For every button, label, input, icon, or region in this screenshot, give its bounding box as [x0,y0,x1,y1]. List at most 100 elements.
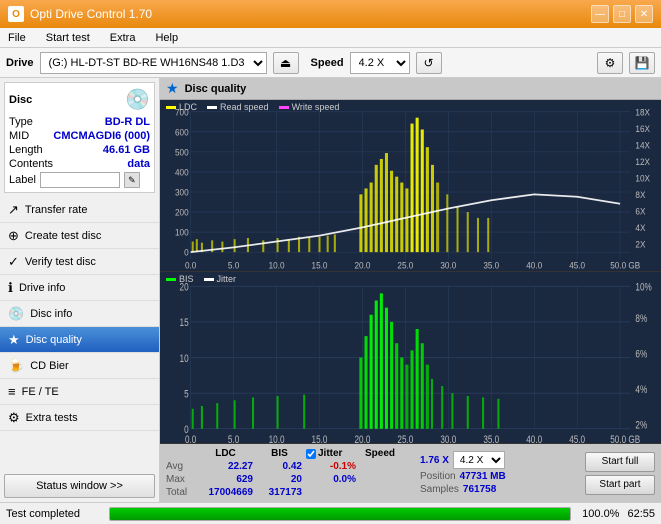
bis-legend-bis-label: BIS [179,274,194,284]
settings-button[interactable]: ⚙ [597,52,623,74]
content-title: Disc quality [185,83,247,95]
maximize-button[interactable]: □ [613,5,631,23]
bis-legend-bis: BIS [166,274,194,284]
start-full-button[interactable]: Start full [585,452,655,472]
svg-text:5.0: 5.0 [228,434,240,443]
svg-text:20.0: 20.0 [354,260,370,271]
nav-transfer-rate[interactable]: ↗ Transfer rate [0,197,159,223]
disc-info-box: Disc 💿 Type BD-R DL MID CMCMAGDI6 (000) … [4,82,155,193]
progress-percent: 100.0% [579,508,619,520]
svg-text:25.0: 25.0 [397,260,413,271]
menu-help[interactable]: Help [151,30,182,46]
nav-verify-test-disc-label: Verify test disc [25,256,96,268]
stats-header-row: LDC BIS Jitter Speed [166,448,400,459]
save-button[interactable]: 💾 [629,52,655,74]
nav-disc-quality[interactable]: ★ Disc quality [0,327,159,353]
stats-avg-bis: 0.42 [257,461,302,472]
charts-area: LDC Read speed Write speed [160,100,661,444]
titlebar-controls[interactable]: — □ ✕ [591,5,653,23]
disc-label-input[interactable] [40,172,120,188]
nav-disc-info-label: Disc info [30,308,72,320]
disc-quality-icon: ★ [8,332,20,348]
progress-bar [109,507,571,521]
ldc-legend: LDC Read speed Write speed [166,102,339,112]
bis-chart-svg: 20 15 10 5 0 10% 8% 6% 4% 2% 0.0 5.0 10.… [160,272,661,443]
nav-disc-info[interactable]: 💿 Disc info [0,301,159,327]
nav-drive-info[interactable]: ℹ Drive info [0,275,159,301]
svg-text:18X: 18X [635,107,650,118]
ldc-color-dot [166,106,176,109]
nav-cd-bier[interactable]: 🍺 CD Bier [0,353,159,379]
sidebar: Disc 💿 Type BD-R DL MID CMCMAGDI6 (000) … [0,78,160,502]
svg-text:10.0: 10.0 [269,434,285,443]
disc-info-header: Disc 💿 [9,87,150,112]
stats-table: LDC BIS Jitter Speed Avg 22.27 0.42 -0.1… [166,448,400,498]
nav-drive-info-label: Drive info [19,282,65,294]
app-icon: O [8,6,24,22]
jitter-checkbox[interactable] [306,449,316,459]
stats-max-jitter: 0.0% [306,474,356,485]
svg-text:600: 600 [175,127,189,138]
nav-fe-te[interactable]: ≡ FE / TE [0,379,159,405]
readspeed-color-dot [207,106,217,109]
svg-text:25.0: 25.0 [397,434,413,443]
svg-text:8%: 8% [635,313,647,326]
menu-start-test[interactable]: Start test [42,30,94,46]
label-edit-button[interactable]: ✎ [124,172,140,188]
bis-chart: BIS Jitter [160,272,661,444]
content-area: ★ Disc quality LDC Read speed [160,78,661,502]
minimize-button[interactable]: — [591,5,609,23]
svg-text:200: 200 [175,207,189,218]
disc-mid-label: MID [9,130,29,142]
svg-text:0.0: 0.0 [185,434,197,443]
nav-create-test-disc[interactable]: ⊕ Create test disc [0,223,159,249]
menu-extra[interactable]: Extra [106,30,140,46]
svg-text:0.0: 0.0 [185,260,196,271]
drive-info-icon: ℹ [8,280,13,296]
svg-text:10X: 10X [635,173,650,184]
status-window-button[interactable]: Status window >> [4,474,155,498]
svg-text:2X: 2X [635,239,645,250]
verify-test-disc-icon: ✓ [8,254,19,270]
eject-button[interactable]: ⏏ [273,52,299,74]
ldc-legend-readspeed-label: Read speed [220,102,269,112]
disc-contents-label: Contents [9,158,53,170]
start-part-button[interactable]: Start part [585,475,655,495]
ldc-legend-readspeed: Read speed [207,102,269,112]
stats-avg-label: Avg [166,461,194,472]
stats-total-row: Total 17004669 317173 [166,487,400,498]
jitter-checkbox-label[interactable]: Jitter [306,448,356,459]
ldc-chart: LDC Read speed Write speed [160,100,661,272]
ldc-legend-ldc: LDC [166,102,197,112]
svg-text:10%: 10% [635,281,652,294]
speed-stats-select[interactable]: 4.2 X [453,451,505,469]
speed-display-value: 1.76 X [420,455,449,466]
svg-text:45.0: 45.0 [569,260,585,271]
svg-text:10.0: 10.0 [269,260,285,271]
stats-total-label: Total [166,487,194,498]
transfer-rate-icon: ↗ [8,202,19,218]
disc-contents-row: Contents data [9,158,150,170]
svg-text:50.0 GB: 50.0 GB [610,434,640,443]
samples-row: Samples 761758 [420,484,506,495]
speed-select[interactable]: 4.2 X [350,52,410,74]
drive-select[interactable]: (G:) HL-DT-ST BD-RE WH16NS48 1.D3 [40,52,267,74]
bis-color-dot [166,278,176,281]
titlebar: O Opti Drive Control 1.70 — □ ✕ [0,0,661,28]
nav-fe-te-label: FE / TE [22,386,59,398]
bis-legend-jitter-label: Jitter [217,274,237,284]
svg-text:10: 10 [180,353,189,366]
fe-te-icon: ≡ [8,384,16,399]
menu-file[interactable]: File [4,30,30,46]
disc-type-row: Type BD-R DL [9,116,150,128]
refresh-button[interactable]: ↺ [416,52,442,74]
nav-cd-bier-label: CD Bier [30,360,69,372]
close-button[interactable]: ✕ [635,5,653,23]
nav-extra-tests[interactable]: ⚙ Extra tests [0,405,159,431]
disc-icon: 💿 [125,87,150,112]
nav-verify-test-disc[interactable]: ✓ Verify test disc [0,249,159,275]
action-buttons: Start full Start part [585,452,655,495]
nav-create-test-disc-label: Create test disc [25,230,101,242]
progress-bar-container: Test completed 100.0% 62:55 [0,502,661,524]
svg-text:0: 0 [184,247,189,258]
